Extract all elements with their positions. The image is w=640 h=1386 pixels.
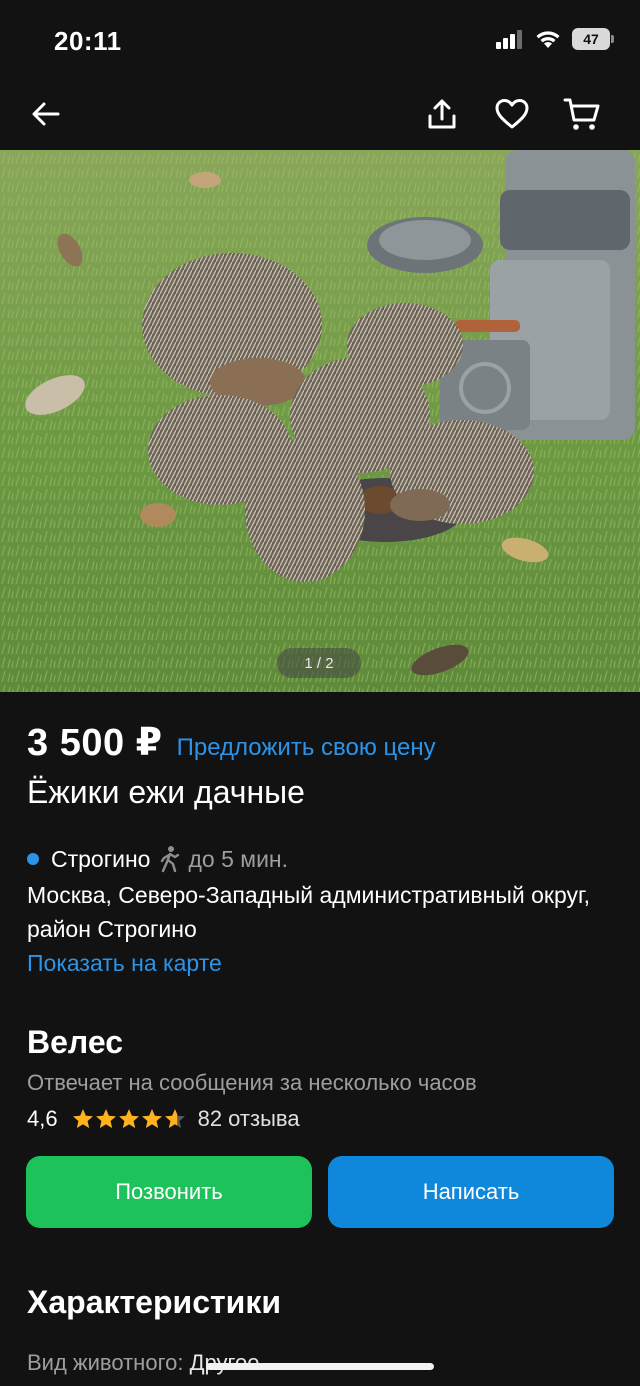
photo-gallery[interactable]: [0, 150, 640, 692]
address: Москва, Северо-Западный административный…: [27, 882, 590, 942]
back-button[interactable]: [24, 92, 68, 136]
status-bar: 20:11 47: [0, 0, 640, 80]
metro-walk: до 5 мин.: [158, 845, 288, 873]
heart-icon: [495, 99, 529, 129]
listing-title: Ёжики ежи дачные: [27, 774, 305, 810]
rating-stars: [72, 1108, 186, 1130]
cellular-signal-icon: [496, 30, 522, 49]
home-indicator: [206, 1363, 434, 1370]
star-icon: [141, 1109, 162, 1129]
wifi-icon: [536, 31, 560, 48]
share-icon: [428, 99, 456, 129]
metro-line-dot: [27, 853, 39, 865]
star-icon: [72, 1109, 93, 1129]
reviews-count: 82 отзыва: [197, 1106, 300, 1131]
characteristic-label: Вид животного:: [27, 1350, 184, 1375]
show-on-map-link[interactable]: Показать на карте: [27, 950, 222, 977]
star-icon: [164, 1109, 185, 1129]
status-icons: 47: [496, 28, 614, 50]
seller-response-time: Отвечает на сообщения за несколько часов: [27, 1070, 477, 1095]
price: 3 500 ₽: [27, 722, 163, 764]
walking-person-icon: [161, 846, 180, 873]
cart-icon: [563, 98, 600, 130]
rating-value: 4,6: [27, 1106, 58, 1131]
characteristics-title: Характеристики: [27, 1284, 282, 1320]
cart-button[interactable]: [560, 92, 604, 136]
seller-name[interactable]: Велес: [27, 1024, 123, 1061]
top-nav-bar: [0, 80, 640, 148]
metro-walk-time: до 5 мин.: [188, 845, 289, 872]
price-row: 3 500 ₽ Предложить свою цену: [27, 720, 436, 765]
arrow-left-icon: [32, 102, 60, 126]
star-icon: [95, 1109, 116, 1129]
listing-photo: [0, 150, 640, 692]
favorite-button[interactable]: [490, 92, 534, 136]
metro-station: Строгино: [51, 845, 151, 872]
image-counter: 1 / 2: [277, 648, 361, 678]
write-button[interactable]: Написать: [328, 1156, 614, 1228]
metro-info: Строгино до 5 мин.: [27, 845, 288, 873]
share-button[interactable]: [420, 92, 464, 136]
offer-price-link[interactable]: Предложить свою цену: [177, 734, 436, 762]
seller-rating[interactable]: 4,6 82 отзыва: [27, 1106, 300, 1132]
star-icon: [118, 1109, 139, 1129]
status-time: 20:11: [54, 26, 122, 56]
battery-indicator: 47: [572, 28, 614, 50]
call-button[interactable]: Позвонить: [26, 1156, 312, 1228]
